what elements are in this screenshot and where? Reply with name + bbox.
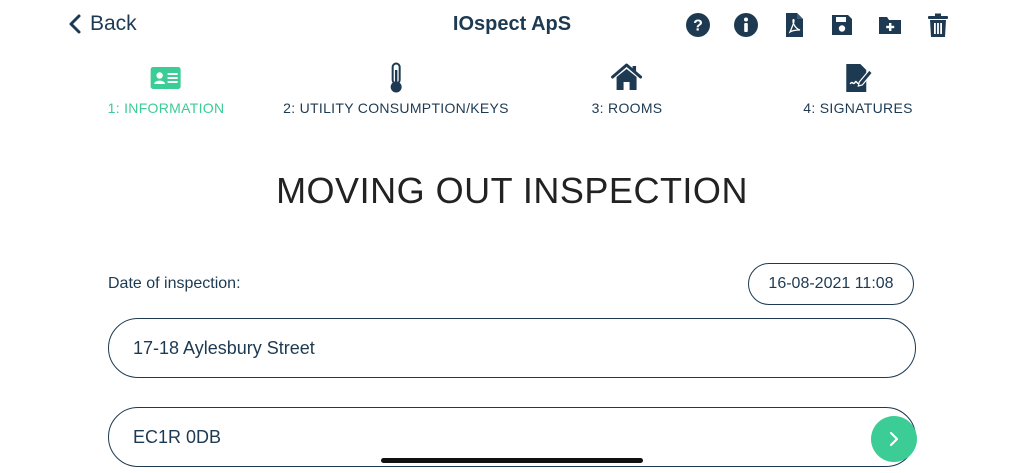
svg-text:?: ? [693,18,703,35]
step-utility-consumption[interactable]: 2: UTILITY CONSUMPTION/KEYS [283,62,509,116]
delete-button[interactable] [924,11,952,39]
next-button[interactable] [871,416,917,462]
page-title: MOVING OUT INSPECTION [276,170,748,211]
save-icon [832,15,852,35]
step-navigation: 1: INFORMATION 2: UTILITY CONSUMPTION/KE… [0,62,1024,122]
step-label: 2: UTILITY CONSUMPTION/KEYS [283,100,509,116]
pdf-button[interactable] [780,11,808,39]
thermometer-icon [390,62,402,93]
toolbar: ? [684,11,952,39]
step-signatures[interactable]: 4: SIGNATURES [803,62,912,116]
chevron-right-icon [889,431,899,447]
date-label: Date of inspection: [108,275,241,292]
add-folder-button[interactable] [876,11,904,39]
date-picker-button[interactable]: 16-08-2021 11:08 [748,263,914,305]
address-field[interactable]: 17-18 Aylesbury Street [108,318,916,378]
step-label: 4: SIGNATURES [803,100,913,116]
chevron-left-icon [69,14,81,34]
signature-icon [845,64,873,92]
back-label: Back [90,12,137,35]
step-rooms[interactable]: 3: ROOMS [592,62,663,116]
back-button[interactable]: Back [68,12,137,36]
step-label: 1: INFORMATION [107,100,225,116]
home-indicator[interactable] [381,458,643,463]
address-value: 17-18 Aylesbury Street [133,337,315,358]
step-label: 3: ROOMS [591,100,663,116]
help-button[interactable]: ? [684,11,712,39]
id-card-icon [150,67,181,89]
top-bar: Back IOspect ApS ? [0,0,1024,52]
add-folder-icon [879,17,901,34]
pdf-icon [786,13,803,37]
house-icon [611,63,643,90]
trash-icon [928,13,948,37]
help-icon: ? [686,13,710,37]
info-button[interactable] [732,11,760,39]
info-icon [734,13,758,37]
postcode-value: EC1R 0DB [133,426,222,447]
save-button[interactable] [828,11,856,39]
step-information[interactable]: 1: INFORMATION [108,62,225,116]
